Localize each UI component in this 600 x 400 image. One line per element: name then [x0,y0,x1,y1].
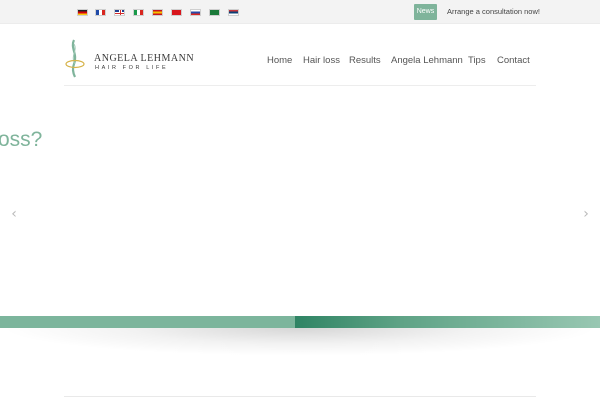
slider-shadow [0,328,600,356]
flag-italy[interactable] [133,9,144,16]
nav-hair-loss[interactable]: Hair loss [303,55,340,66]
flag-russia[interactable] [190,9,201,16]
slider-stripe-right [295,316,600,328]
chevron-right-icon[interactable]: › [580,206,592,222]
nav-results[interactable]: Results [349,55,381,66]
flag-uk[interactable] [114,9,125,16]
header-divider [64,85,536,86]
slide-heading: oss? [0,128,43,151]
site-logo[interactable]: ANGELA LEHMANN HAIR FOR LIFE [64,38,194,78]
news-button[interactable]: News [414,4,437,20]
flag-saudi-arabia[interactable] [209,9,220,16]
flag-turkey[interactable] [171,9,182,16]
nav-contact[interactable]: Contact [497,55,530,66]
nav-home[interactable]: Home [267,55,292,66]
flag-serbia[interactable] [228,9,239,16]
flag-france[interactable] [95,9,106,16]
logo-emblem-icon [65,39,85,78]
nav-tips[interactable]: Tips [468,55,486,66]
flag-germany[interactable] [77,9,88,16]
top-bar: News Arrange a consultation now! [0,0,600,24]
page: News Arrange a consultation now! ANGELA … [0,0,600,400]
consultation-link[interactable]: Arrange a consultation now! [447,7,540,16]
chevron-left-icon[interactable]: ‹ [8,206,20,222]
nav-angela-lehmann[interactable]: Angela Lehmann [391,55,463,66]
flag-spain[interactable] [152,9,163,16]
slider-stripe-left [0,316,295,328]
logo-name: ANGELA LEHMANN [94,53,195,64]
logo-tagline: HAIR FOR LIFE [95,65,169,71]
content-divider [64,396,536,397]
